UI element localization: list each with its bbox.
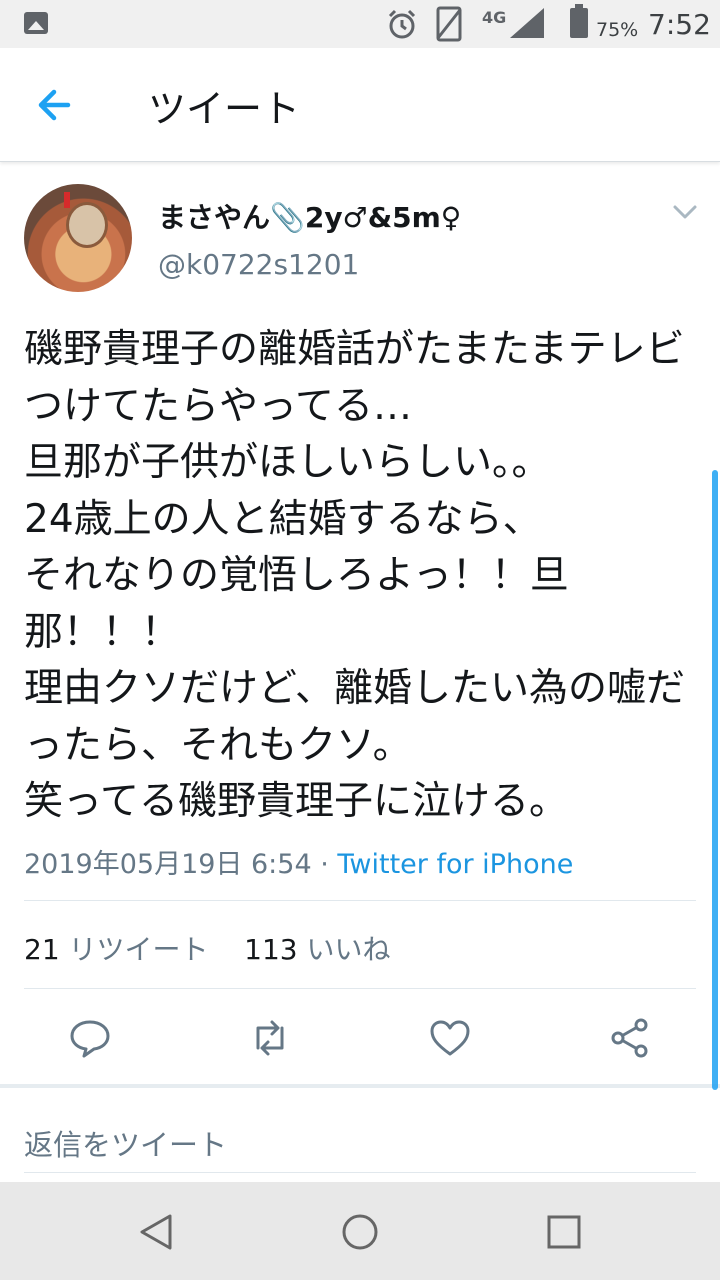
retweet-count[interactable]: 21 [24,933,60,966]
divider [24,900,696,901]
network-type: 4G [482,8,507,27]
system-nav-bar [0,1182,720,1280]
chevron-down-icon[interactable] [672,202,698,222]
scrollbar[interactable] [712,470,718,1090]
display-name[interactable]: まさやん📎2y♂&5m♀ [158,196,461,236]
reply-icon[interactable] [68,1016,112,1060]
arrow-left-icon[interactable] [30,82,80,128]
tweet-text: 磯野貴理子の離婚話がたまたまテレビつけてたらやってる… 旦那が子供がほしいらしい… [24,327,686,824]
alarm-icon [388,9,416,39]
like-count[interactable]: 113 [244,933,297,966]
avatar[interactable] [24,184,132,292]
tweet-date: 2019年05月19日 6:54 [24,849,312,880]
status-bar: 4G 75% 7:52 [0,0,720,48]
share-icon[interactable] [608,1016,652,1060]
signal-icon [510,8,544,38]
battery-icon [570,4,588,38]
meta-separator: · [311,849,338,880]
home-circle-icon[interactable] [340,1212,380,1252]
retweet-icon[interactable] [248,1016,292,1060]
retweet-label[interactable]: リツイート [69,933,209,966]
divider [24,988,696,989]
back-triangle-icon[interactable] [136,1212,176,1252]
recents-square-icon[interactable] [544,1212,584,1252]
vibrate-icon [436,6,462,42]
tweet-stats: 21 リツイート 113 いいね [24,928,391,968]
clock: 7:52 [648,8,711,41]
user-handle[interactable]: @k0722s1201 [158,248,359,281]
page-title: ツイート [148,87,301,131]
tweet-meta: 2019年05月19日 6:54 · Twitter for iPhone [24,842,573,881]
like-label[interactable]: いいね [307,933,391,966]
like-icon[interactable] [428,1016,472,1060]
divider [24,1172,696,1173]
reply-input[interactable]: 返信をツイート [24,1122,227,1164]
tweet-source-link[interactable]: Twitter for iPhone [337,849,573,880]
app-header: ツイート [0,48,720,162]
section-divider [0,1084,720,1088]
image-icon [24,12,48,34]
battery-percent: 75% [596,19,639,41]
